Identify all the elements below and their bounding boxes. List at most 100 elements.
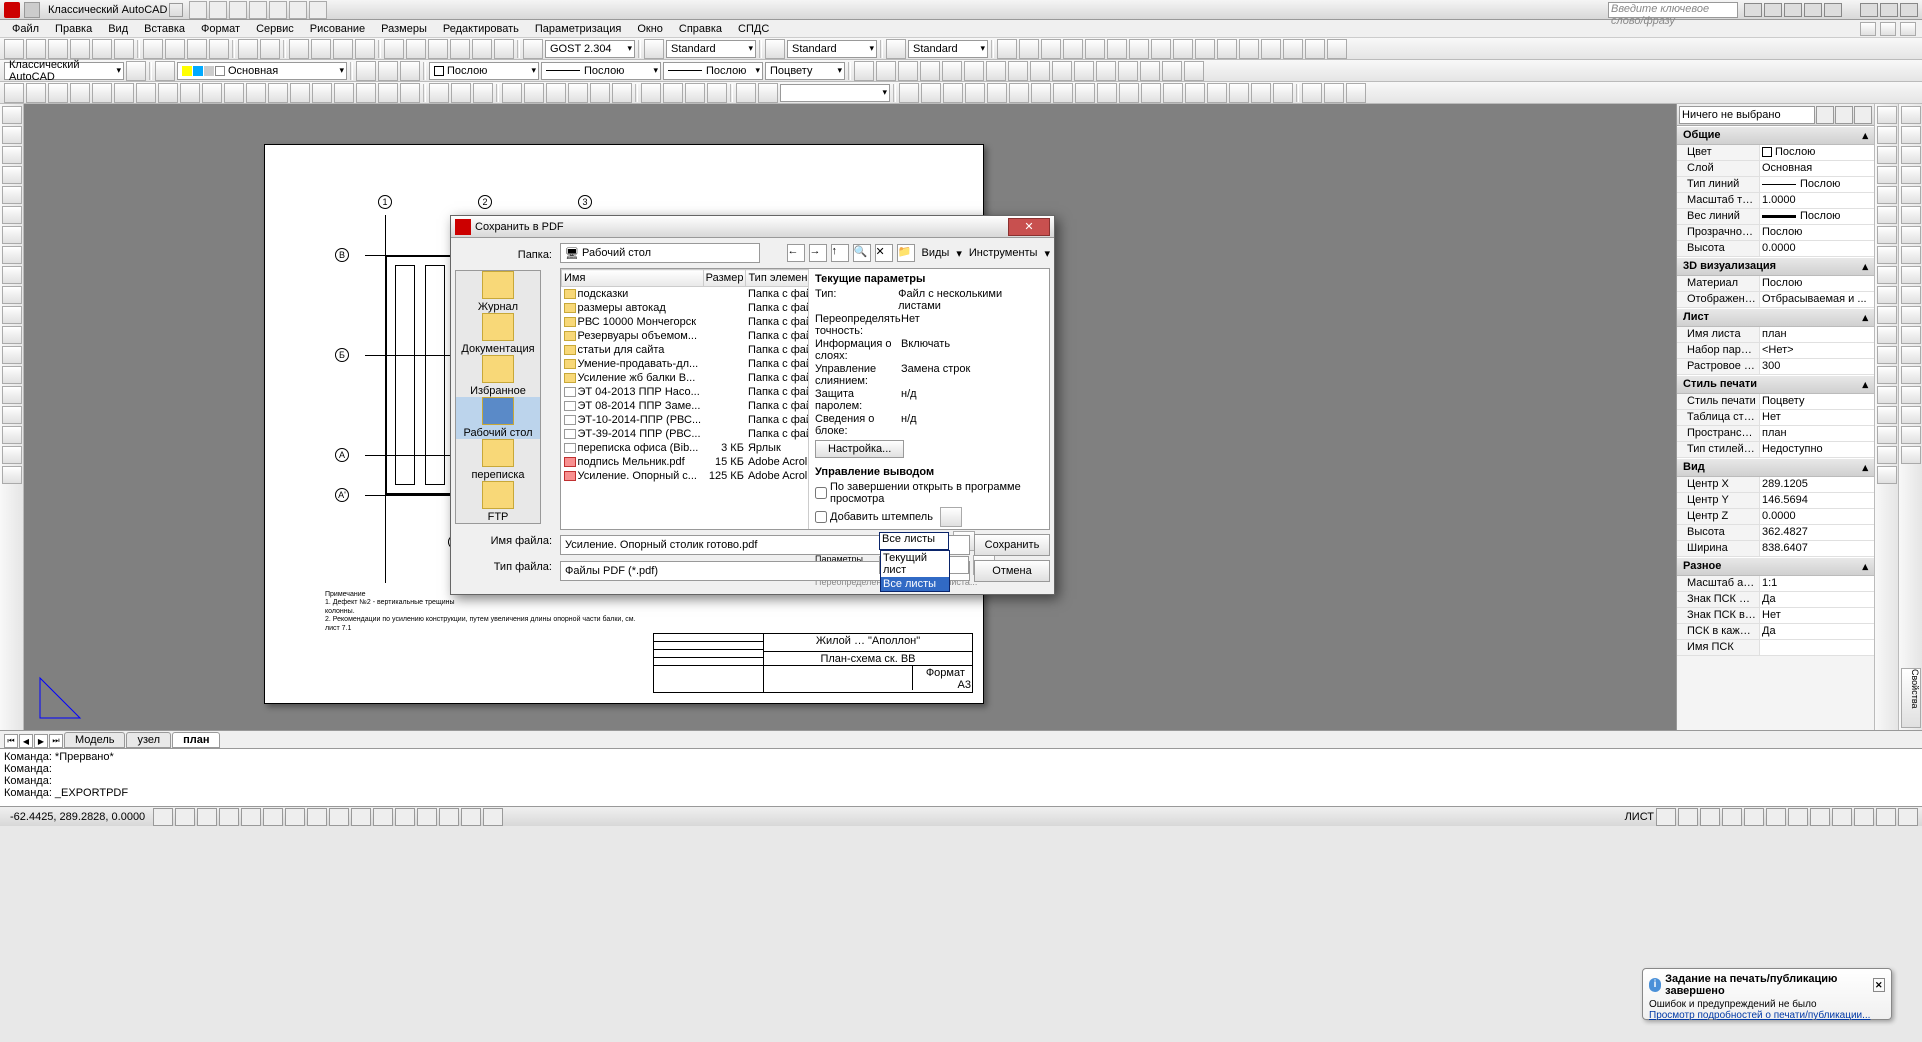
nav-right-icon[interactable] <box>707 83 727 103</box>
vs18-icon[interactable] <box>1901 446 1921 464</box>
newfolder-icon[interactable]: 📁 <box>897 244 915 262</box>
dim-continue-icon[interactable] <box>1195 39 1215 59</box>
osnap6-icon[interactable] <box>1009 83 1029 103</box>
lineweight-combo[interactable]: Послою <box>663 62 763 80</box>
dim-qdim-icon[interactable] <box>1151 39 1171 59</box>
zoomwin-icon[interactable] <box>333 39 353 59</box>
zoom-icon[interactable] <box>311 39 331 59</box>
viewport2-icon[interactable] <box>524 83 544 103</box>
modify-array-icon[interactable] <box>942 61 962 81</box>
nav-dn-icon[interactable] <box>663 83 683 103</box>
vs10-icon[interactable] <box>1901 286 1921 304</box>
osnap11-icon[interactable] <box>1119 83 1139 103</box>
modify-join-icon[interactable] <box>1118 61 1138 81</box>
sb-more-icon[interactable] <box>483 808 503 826</box>
osnap9-icon[interactable] <box>1075 83 1095 103</box>
menu-parametric[interactable]: Параметризация <box>529 22 627 36</box>
point-icon[interactable] <box>290 83 310 103</box>
plotstyle-combo[interactable]: Поцвету <box>765 62 845 80</box>
new-icon[interactable] <box>4 39 24 59</box>
doc-minimize-icon[interactable] <box>1860 22 1876 36</box>
table2-icon[interactable] <box>378 83 398 103</box>
dim-radius-icon[interactable] <box>1085 39 1105 59</box>
nav-up-icon[interactable] <box>641 83 661 103</box>
export-opt-current[interactable]: Текущий лист <box>881 551 949 577</box>
qat-redo-icon[interactable] <box>309 1 327 19</box>
property-row[interactable]: ПрозрачностьПослою <box>1677 225 1874 241</box>
sb-osnap-icon[interactable] <box>263 808 283 826</box>
tab-plan[interactable]: план <box>172 732 220 748</box>
vm-erase-icon[interactable] <box>1877 126 1897 144</box>
star-icon[interactable] <box>1764 3 1782 17</box>
redo-icon[interactable] <box>260 39 280 59</box>
dim-diameter-icon[interactable] <box>1107 39 1127 59</box>
menu-format[interactable]: Формат <box>195 22 246 36</box>
property-group-header[interactable]: Общие▴ <box>1677 126 1874 145</box>
viewport3-icon[interactable] <box>546 83 566 103</box>
layer-combo[interactable]: Основная <box>177 62 347 80</box>
zoom-combo[interactable] <box>780 84 890 102</box>
dim-baseline-icon[interactable] <box>1173 39 1193 59</box>
matchprop-icon[interactable] <box>209 39 229 59</box>
place-desktop[interactable]: Рабочий стол <box>456 397 540 439</box>
doc-close-icon[interactable] <box>1900 22 1916 36</box>
viewport5-icon[interactable] <box>590 83 610 103</box>
color-combo[interactable]: Послою <box>429 62 539 80</box>
vm-move-icon[interactable] <box>1877 226 1897 244</box>
vd-hatch-icon[interactable] <box>2 386 22 404</box>
vm-chamfer-icon[interactable] <box>1877 406 1897 424</box>
tab-prev-icon[interactable]: ◀ <box>19 734 33 748</box>
layout-icon[interactable] <box>612 83 632 103</box>
spds2-icon[interactable] <box>1324 83 1344 103</box>
qat-plot-icon[interactable] <box>269 1 287 19</box>
open-in-viewer-checkbox[interactable]: По завершении открыть в программе просмо… <box>815 481 1043 505</box>
sb-hw-icon[interactable] <box>1832 808 1852 826</box>
table-icon[interactable] <box>765 39 785 59</box>
property-row[interactable]: Знак ПСК в на...Нет <box>1677 608 1874 624</box>
export-opt-all[interactable]: Все листы <box>881 577 949 591</box>
vd-pline-icon[interactable] <box>2 146 22 164</box>
vs4-icon[interactable] <box>1901 166 1921 184</box>
revcloud-icon[interactable] <box>158 83 178 103</box>
file-row[interactable]: ЭТ-39-2014 ППР (РВС...Папка с фай <box>562 427 810 441</box>
text-icon[interactable] <box>523 39 543 59</box>
vm-break2-icon[interactable] <box>1877 366 1897 384</box>
sb-infer-icon[interactable] <box>153 808 173 826</box>
modify-trim-icon[interactable] <box>1052 61 1072 81</box>
qat-saveas-icon[interactable] <box>249 1 267 19</box>
notif-close-button[interactable]: ✕ <box>1873 978 1885 992</box>
plot-icon[interactable] <box>70 39 90 59</box>
command-line[interactable]: Команда: *Прервано* Команда: Команда: Ко… <box>0 748 1922 806</box>
sb-iso-icon[interactable] <box>1854 808 1874 826</box>
add-stamp-checkbox[interactable]: Добавить штемпель <box>815 507 1043 527</box>
sb-ws-icon[interactable] <box>1788 808 1808 826</box>
place-docs[interactable]: Документация <box>456 313 540 355</box>
signin-icon[interactable] <box>1784 3 1802 17</box>
vm-blend-icon[interactable] <box>1877 446 1897 464</box>
xline-icon[interactable] <box>26 83 46 103</box>
ellipsearc-icon[interactable] <box>224 83 244 103</box>
cancel-button[interactable]: Отмена <box>974 560 1050 582</box>
modify-fillet-icon[interactable] <box>1162 61 1182 81</box>
vm-trim-icon[interactable] <box>1877 306 1897 324</box>
menu-modify[interactable]: Редактировать <box>437 22 525 36</box>
col-type[interactable]: Тип элемен <box>746 270 809 287</box>
vd-ellipse-icon[interactable] <box>2 286 22 304</box>
menu-help[interactable]: Справка <box>673 22 728 36</box>
vm-stretch-icon[interactable] <box>1877 286 1897 304</box>
file-list[interactable]: Имя Размер Тип элемен подсказкиПапка с ф… <box>561 269 809 529</box>
vs15-icon[interactable] <box>1901 386 1921 404</box>
property-row[interactable]: Тип линийПослою <box>1677 177 1874 193</box>
sb-tray-icon[interactable] <box>1898 808 1918 826</box>
file-row[interactable]: РВС 10000 МончегорскПапка с фай <box>562 315 810 329</box>
osnap5-icon[interactable] <box>987 83 1007 103</box>
vs13-icon[interactable] <box>1901 346 1921 364</box>
vm-rotate-icon[interactable] <box>1877 246 1897 264</box>
menu-edit[interactable]: Правка <box>49 22 98 36</box>
osnap7-icon[interactable] <box>1031 83 1051 103</box>
menu-spds[interactable]: СПДС <box>732 22 775 36</box>
help-icon[interactable] <box>1824 3 1842 17</box>
vm-explode-icon[interactable] <box>1877 466 1897 484</box>
ellipse-icon[interactable] <box>202 83 222 103</box>
polygon-icon[interactable] <box>70 83 90 103</box>
